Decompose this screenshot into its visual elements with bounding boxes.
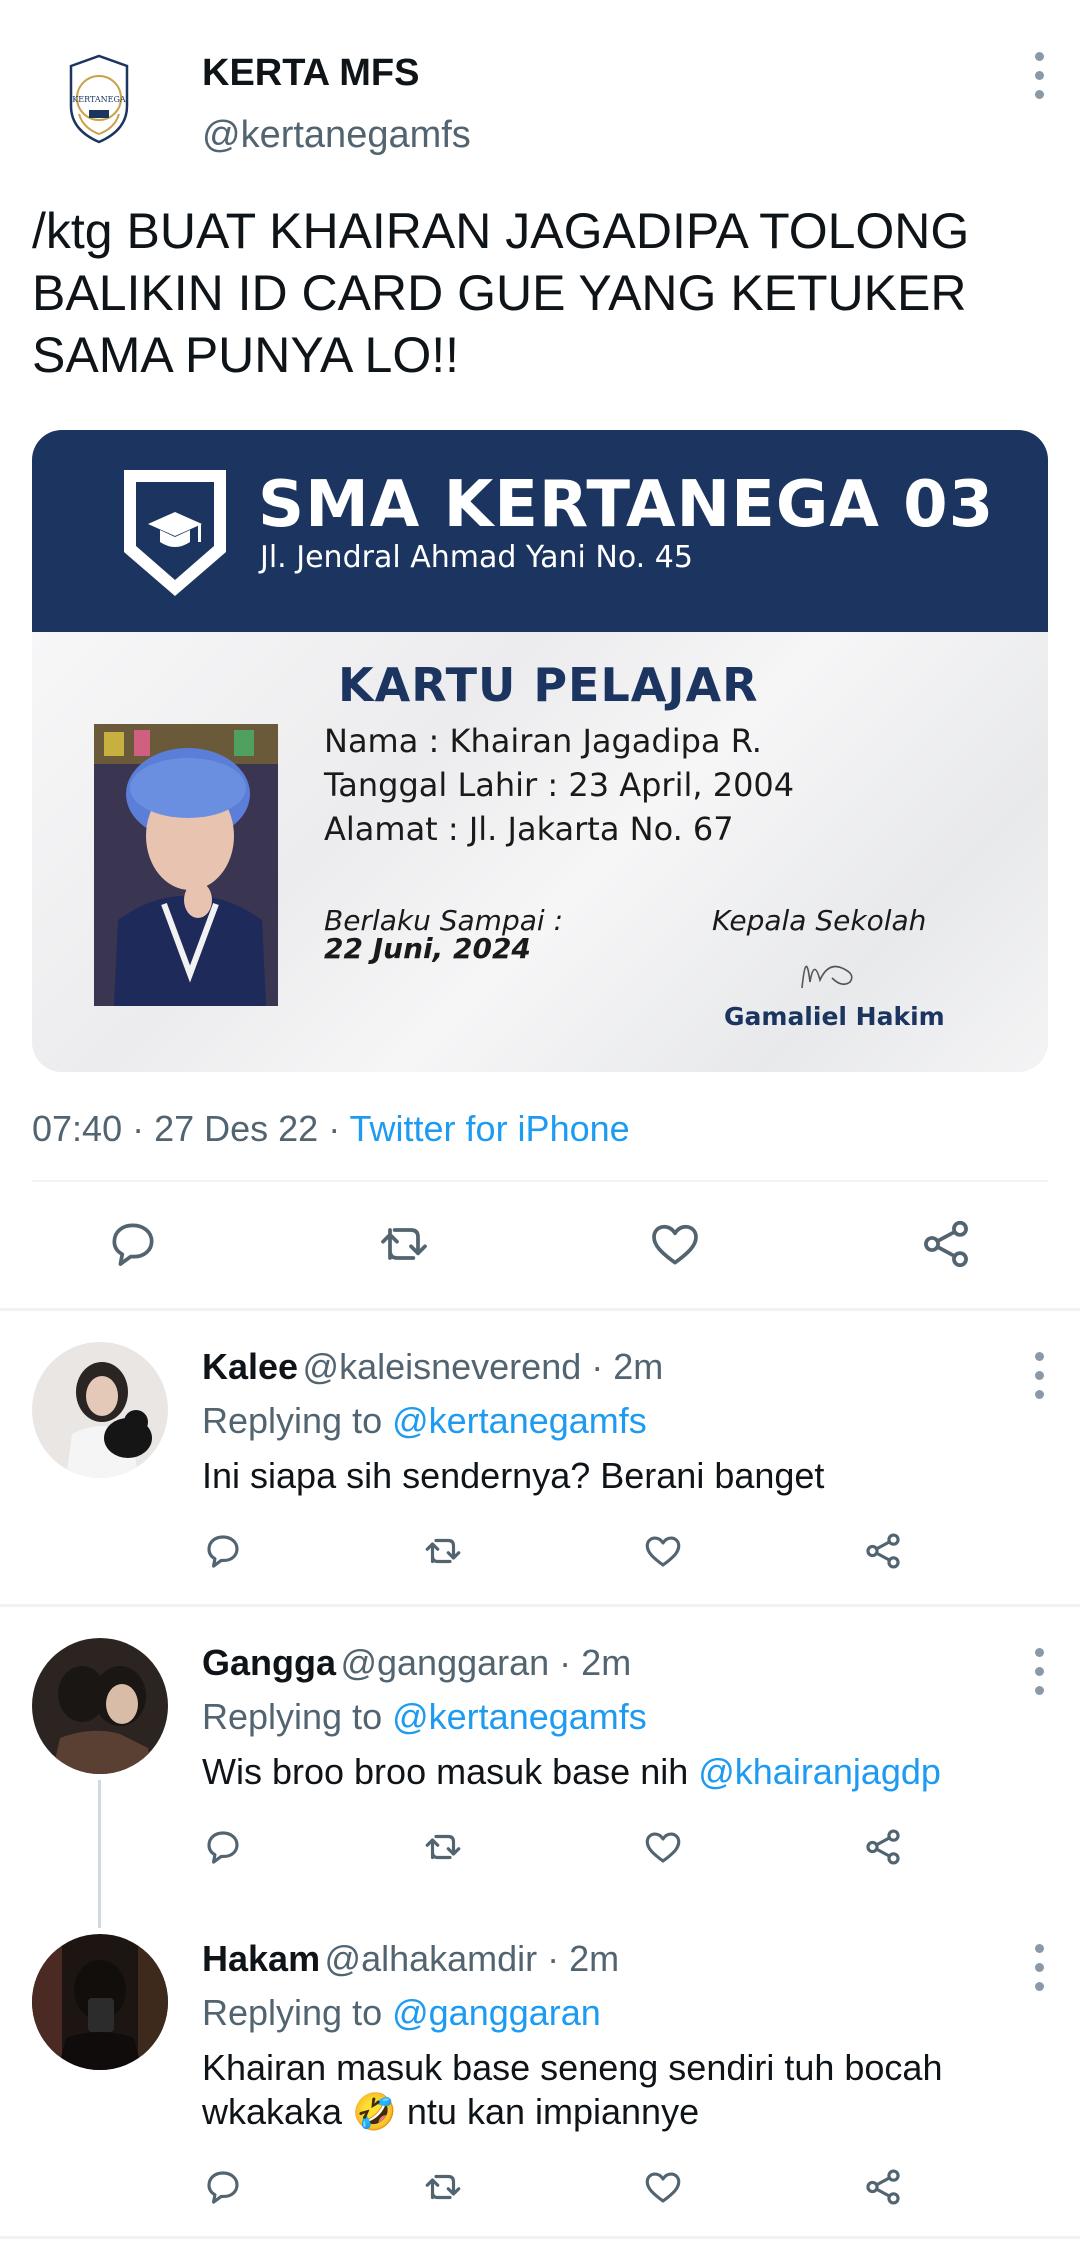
divider bbox=[0, 2236, 1080, 2239]
account-name[interactable]: KERTA MFS bbox=[202, 52, 419, 95]
thread-line bbox=[98, 1780, 101, 1928]
mention-link[interactable]: @kertanegamfs bbox=[392, 1400, 647, 1441]
mention-link[interactable]: @khairanjagdp bbox=[698, 1751, 941, 1792]
reply-text-part: ntu kan impiannye bbox=[396, 2091, 700, 2132]
school-name: SMA KERTANEGA 03 bbox=[258, 468, 995, 542]
avatar[interactable] bbox=[32, 1342, 168, 1478]
divider bbox=[32, 1180, 1048, 1182]
reply-text: Ini siapa sih sendernya? Berani banget bbox=[202, 1455, 825, 1496]
replying-to: Replying to @kertanegamfs bbox=[202, 1696, 647, 1738]
laughing-emoji-icon: 🤣 bbox=[352, 2091, 397, 2132]
more-options-icon[interactable] bbox=[1032, 1944, 1046, 1991]
student-address: Alamat : Jl. Jakarta No. 67 bbox=[324, 810, 734, 848]
student-name: Nama : Khairan Jagadipa R. bbox=[324, 722, 762, 760]
more-options-icon[interactable] bbox=[1032, 1352, 1046, 1399]
more-options-icon[interactable] bbox=[1032, 1648, 1046, 1695]
reply-author-name[interactable]: Hakam bbox=[202, 1938, 320, 1979]
mention-link[interactable]: @ganggaran bbox=[392, 1992, 601, 2033]
avatar[interactable] bbox=[32, 1934, 168, 2070]
share-icon[interactable] bbox=[918, 1216, 974, 1272]
like-icon[interactable] bbox=[642, 1530, 684, 1572]
student-photo bbox=[94, 724, 278, 1006]
retweet-icon[interactable] bbox=[422, 1826, 464, 1868]
like-icon[interactable] bbox=[647, 1216, 703, 1272]
replying-to: Replying to @ganggaran bbox=[202, 1992, 601, 2034]
card-title: KARTU PELAJAR bbox=[338, 658, 759, 712]
tweet-timestamp: 07:40 · 27 Des 22 · bbox=[32, 1108, 350, 1149]
reply-text-body: Wis broo broo masuk base nih bbox=[202, 1751, 699, 1792]
valid-until-date: 22 Juni, 2024 bbox=[324, 932, 531, 965]
mention-link[interactable]: @kertanegamfs bbox=[392, 1696, 647, 1737]
account-avatar[interactable]: KERTANEGA bbox=[63, 54, 135, 144]
tweet-source[interactable]: Twitter for iPhone bbox=[350, 1108, 630, 1149]
share-icon[interactable] bbox=[862, 1826, 904, 1868]
like-icon[interactable] bbox=[642, 1826, 684, 1868]
crest-text: KERTANEGA bbox=[72, 95, 126, 104]
reply-header: Gangga @ganggaran · 2m bbox=[202, 1642, 631, 1684]
replying-label: Replying to bbox=[202, 1400, 393, 1441]
student-birthdate: Tanggal Lahir : 23 April, 2004 bbox=[324, 766, 795, 804]
card-header: SMA KERTANEGA 03 Jl. Jendral Ahmad Yani … bbox=[32, 430, 1048, 632]
replying-label: Replying to bbox=[202, 1992, 393, 2033]
reply-author-handle[interactable]: @alhakamdir · 2m bbox=[325, 1938, 620, 1979]
reply-icon[interactable] bbox=[202, 2166, 244, 2208]
reply-author-name[interactable]: Kalee bbox=[202, 1346, 298, 1387]
account-handle[interactable]: @kertanegamfs bbox=[202, 114, 471, 157]
reply-author-handle[interactable]: @kaleisneverend · 2m bbox=[303, 1346, 664, 1387]
reply-icon[interactable] bbox=[105, 1216, 161, 1272]
reply-header: Kalee @kaleisneverend · 2m bbox=[202, 1346, 663, 1388]
reply-icon[interactable] bbox=[202, 1530, 244, 1572]
divider bbox=[0, 1308, 1080, 1311]
tweet-meta: 07:40 · 27 Des 22 · Twitter for iPhone bbox=[32, 1108, 630, 1150]
reply-header: Hakam @alhakamdir · 2m bbox=[202, 1938, 619, 1980]
reply-text: Khairan masuk base seneng sendiri tuh bo… bbox=[202, 2046, 1042, 2134]
reply-text-line: wkakaka 🤣 ntu kan impiannye bbox=[202, 2090, 1042, 2134]
reply-text-part: wkakaka bbox=[202, 2091, 353, 2132]
more-options-icon[interactable] bbox=[1032, 52, 1046, 99]
reply-text-line: Khairan masuk base seneng sendiri tuh bo… bbox=[202, 2047, 943, 2088]
signature-icon bbox=[801, 965, 853, 989]
graduation-cap-icon bbox=[124, 470, 226, 596]
share-icon[interactable] bbox=[862, 1530, 904, 1572]
tweet-image-id-card[interactable]: SMA KERTANEGA 03 Jl. Jendral Ahmad Yani … bbox=[32, 430, 1048, 1072]
retweet-icon[interactable] bbox=[376, 1216, 432, 1272]
divider bbox=[0, 1604, 1080, 1607]
reply-text: Wis broo broo masuk base nih @khairanjag… bbox=[202, 1750, 941, 1794]
reply-author-handle[interactable]: @ganggaran · 2m bbox=[340, 1642, 631, 1683]
principal-name: Gamaliel Hakim bbox=[724, 1002, 945, 1031]
replying-to: Replying to @kertanegamfs bbox=[202, 1400, 647, 1442]
retweet-icon[interactable] bbox=[422, 2166, 464, 2208]
school-address: Jl. Jendral Ahmad Yani No. 45 bbox=[260, 540, 693, 575]
reply-icon[interactable] bbox=[202, 1826, 244, 1868]
like-icon[interactable] bbox=[642, 2166, 684, 2208]
retweet-icon[interactable] bbox=[422, 1530, 464, 1572]
reply-author-name[interactable]: Gangga bbox=[202, 1642, 336, 1683]
principal-label: Kepala Sekolah bbox=[712, 904, 927, 937]
avatar[interactable] bbox=[32, 1638, 168, 1774]
tweet-text: /ktg BUAT KHAIRAN JAGADIPA TOLONG BALIKI… bbox=[32, 203, 970, 383]
replying-label: Replying to bbox=[202, 1696, 393, 1737]
share-icon[interactable] bbox=[862, 2166, 904, 2208]
